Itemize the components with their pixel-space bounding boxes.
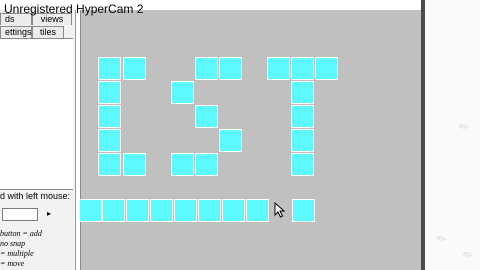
tool-icon: ✎ (433, 230, 451, 248)
right-panel: ✎ ✎ ✎ (425, 0, 480, 270)
tile[interactable] (222, 199, 245, 222)
tile[interactable] (291, 57, 314, 80)
tile[interactable] (292, 199, 315, 222)
tile[interactable] (291, 81, 314, 104)
tile[interactable] (98, 81, 121, 104)
hypercam-watermark: Unregistered HyperCam 2 (4, 2, 144, 16)
help-text: button = add no snap = multiple = move (0, 229, 75, 269)
tile[interactable] (291, 153, 314, 176)
tile[interactable] (98, 105, 121, 128)
tile[interactable] (195, 57, 218, 80)
tile[interactable] (198, 199, 221, 222)
tab-row-bottom: ettings tiles (0, 26, 64, 38)
tile[interactable] (79, 199, 102, 222)
tile[interactable] (123, 153, 146, 176)
tab-tiles[interactable]: tiles (32, 26, 64, 38)
tile[interactable] (315, 57, 338, 80)
tool-icon: ✎ (455, 118, 473, 136)
hint-input[interactable] (2, 208, 38, 221)
arrow-cursor-icon (274, 202, 286, 218)
mouse-hint-label: d with left mouse: (0, 191, 71, 201)
tile[interactable] (219, 57, 242, 80)
tool-icon: ✎ (459, 246, 477, 264)
tile[interactable] (174, 199, 197, 222)
tile[interactable] (150, 199, 173, 222)
tile[interactable] (171, 153, 194, 176)
help-line: = multiple (0, 249, 34, 258)
tile[interactable] (98, 153, 121, 176)
tile[interactable] (171, 81, 194, 104)
help-line: = move (0, 259, 25, 268)
tile[interactable] (291, 105, 314, 128)
tile[interactable] (195, 105, 218, 128)
tile[interactable] (246, 199, 269, 222)
left-panel: ds views ettings tiles d with left mouse… (0, 10, 76, 270)
tile[interactable] (98, 57, 121, 80)
tile[interactable] (219, 129, 242, 152)
tile[interactable] (123, 57, 146, 80)
dropdown-arrow-icon[interactable]: ▸ (44, 208, 54, 219)
tile[interactable] (195, 153, 218, 176)
tile-canvas[interactable] (79, 10, 421, 270)
tile[interactable] (102, 199, 125, 222)
tile[interactable] (98, 129, 121, 152)
tile[interactable] (126, 199, 149, 222)
tile-list[interactable] (0, 38, 73, 190)
help-line: button = add (0, 229, 42, 238)
tab-settings[interactable]: ettings (0, 26, 32, 38)
help-line: no snap (0, 239, 26, 248)
tile[interactable] (267, 57, 290, 80)
tile[interactable] (291, 129, 314, 152)
